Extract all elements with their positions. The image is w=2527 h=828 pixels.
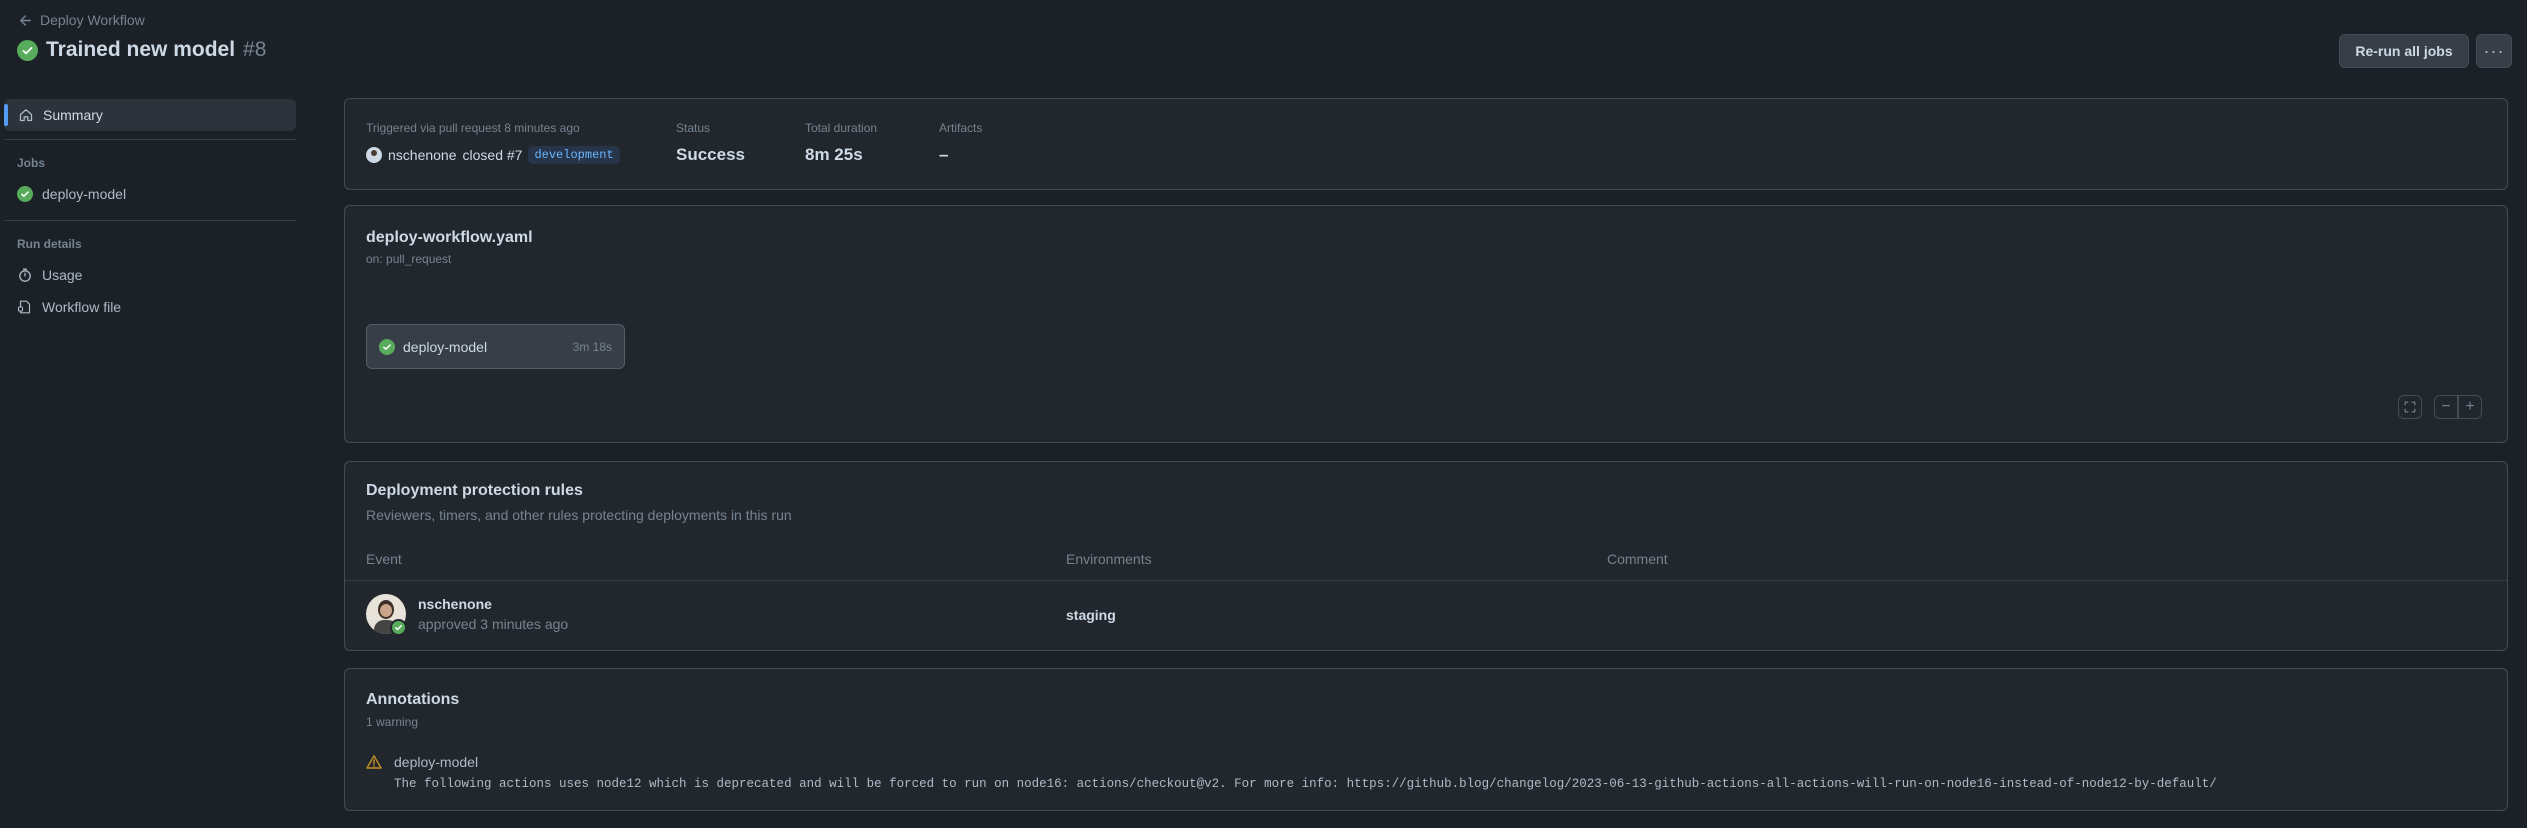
- sidebar-item-label: deploy-model: [42, 186, 127, 202]
- job-node-duration: 3m 18s: [572, 339, 612, 354]
- pr-link[interactable]: closed #7: [463, 147, 523, 163]
- stopwatch-icon: [19, 268, 31, 282]
- artifacts-label: Artifacts: [939, 121, 983, 135]
- plus-icon: +: [2465, 398, 2475, 415]
- dash-icon: −: [2441, 398, 2451, 415]
- annotation-job[interactable]: deploy-model: [394, 754, 478, 770]
- jobs-heading: Jobs: [17, 156, 46, 170]
- run-details-heading: Run details: [17, 237, 82, 251]
- page-title-row: Trained new model #8: [17, 38, 266, 62]
- reviewer-name[interactable]: nschenone: [418, 596, 492, 612]
- success-check-icon: [17, 186, 33, 202]
- rerun-all-jobs-button[interactable]: Re-run all jobs: [2339, 34, 2469, 68]
- annotations-count: 1 warning: [366, 715, 419, 729]
- sidebar-item-label: Summary: [43, 107, 103, 123]
- avatar: [366, 147, 382, 163]
- sidebar-divider: [4, 220, 296, 221]
- workflow-file-name[interactable]: deploy-workflow.yaml: [366, 229, 533, 247]
- sidebar-item-label: Workflow file: [42, 299, 122, 315]
- sidebar-item-deploy-model[interactable]: deploy-model: [17, 186, 126, 202]
- status-value: Success: [676, 145, 745, 164]
- sidebar-item-usage[interactable]: Usage: [17, 267, 82, 283]
- branch-tag[interactable]: development: [528, 146, 620, 164]
- fullscreen-button[interactable]: [2398, 395, 2422, 419]
- more-options-button[interactable]: ···: [2476, 34, 2512, 68]
- sidebar-item-workflow-file[interactable]: Workflow file: [17, 299, 121, 315]
- annotation-message: The following actions uses node12 which …: [394, 777, 2217, 791]
- trigger-label: Triggered via pull request 8 minutes ago: [366, 121, 580, 135]
- zoom-out-button[interactable]: −: [2434, 395, 2458, 419]
- column-header-environments: Environments: [1066, 551, 1152, 567]
- approved-check-icon: [390, 619, 407, 636]
- job-node-name: deploy-model: [403, 338, 488, 355]
- sidebar-divider: [4, 139, 296, 140]
- annotations-title: Annotations: [366, 691, 460, 708]
- back-link-label: Deploy Workflow: [40, 12, 145, 28]
- approval-event: approved 3 minutes ago: [418, 616, 569, 632]
- column-header-event: Event: [366, 551, 402, 567]
- workflow-trigger: on: pull_request: [366, 252, 452, 266]
- back-link[interactable]: Deploy Workflow: [18, 12, 145, 28]
- zoom-in-button[interactable]: +: [2458, 395, 2482, 419]
- success-check-icon: [379, 338, 395, 355]
- artifacts-value: –: [939, 145, 949, 164]
- duration-value: 8m 25s: [805, 145, 863, 164]
- table-divider: [345, 580, 2507, 581]
- kebab-horizontal-icon: ···: [2483, 40, 2505, 61]
- file-workflow-icon: [17, 300, 31, 314]
- sidebar-item-label: Usage: [42, 267, 83, 283]
- success-check-icon: [17, 39, 38, 61]
- warning-icon: [366, 754, 382, 773]
- environment-name: staging: [1066, 607, 1116, 623]
- arrow-left-icon: [20, 14, 31, 26]
- run-summary-panel: [344, 98, 2508, 190]
- active-indicator: [4, 104, 8, 126]
- trigger-detail: nschenone closed #7 development: [366, 146, 620, 164]
- duration-label: Total duration: [805, 121, 878, 135]
- status-label: Status: [676, 121, 711, 135]
- protection-title: Deployment protection rules: [366, 482, 583, 499]
- job-node-deploy-model[interactable]: deploy-model 3m 18s: [366, 324, 625, 369]
- sidebar-item-summary-content[interactable]: Summary: [18, 107, 103, 123]
- protection-subtitle: Reviewers, timers, and other rules prote…: [366, 507, 792, 523]
- page-title: Trained new model: [46, 38, 236, 61]
- deployment-protection-panel: [344, 461, 2508, 651]
- actor-name[interactable]: nschenone: [388, 147, 457, 163]
- run-number: #8: [243, 38, 267, 61]
- home-icon: [19, 109, 33, 122]
- screen-full-icon: [2404, 401, 2416, 413]
- column-header-comment: Comment: [1607, 551, 1668, 567]
- workflow-graph-panel: [344, 205, 2508, 443]
